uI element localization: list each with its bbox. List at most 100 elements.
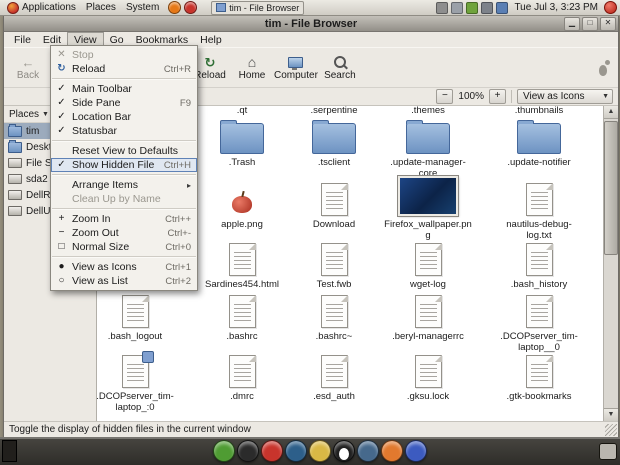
file-item-serpentine[interactable]: .serpentine bbox=[287, 106, 381, 116]
scroll-up-icon[interactable]: ▲ bbox=[604, 106, 618, 119]
menu-item-label: Statusbar bbox=[72, 125, 117, 137]
computer-button[interactable]: Computer bbox=[274, 51, 318, 85]
bluefish-icon[interactable] bbox=[357, 440, 379, 462]
file-item-apple-png[interactable]: apple.png bbox=[195, 180, 289, 230]
volume-icon[interactable] bbox=[481, 1, 494, 14]
document-icon bbox=[320, 355, 348, 388]
menu-item-zoom-in[interactable]: + Zoom In Ctrl++ bbox=[51, 212, 197, 226]
file-item-gtk-bookmarks[interactable]: .gtk-bookmarks bbox=[492, 352, 586, 402]
menu-item-show-hidden-files[interactable]: ✓ Show Hidden Files Ctrl+H bbox=[51, 158, 197, 172]
file-item-bashrc[interactable]: .bashrc~ bbox=[287, 292, 381, 342]
trash-applet-icon[interactable] bbox=[599, 443, 617, 460]
menu-item-view-as-list[interactable]: ○ View as List Ctrl+2 bbox=[51, 274, 197, 288]
menu-item-statusbar[interactable]: ✓ Statusbar bbox=[51, 124, 197, 138]
ubuntu-icon[interactable] bbox=[261, 440, 283, 462]
file-item-dcopserver-tim-laptop-0[interactable]: .DCOPserver_tim-laptop_:0 bbox=[97, 351, 182, 413]
file-icon bbox=[381, 175, 475, 218]
firefox-icon[interactable] bbox=[381, 440, 403, 462]
file-item-dcopserver-tim-laptop-0[interactable]: .DCOPserver_tim-laptop__0 bbox=[492, 292, 586, 353]
file-item-download[interactable]: Download bbox=[287, 180, 381, 230]
menu-item-view-as-icons[interactable]: ● View as Icons Ctrl+1 bbox=[51, 260, 197, 274]
bottom-panel bbox=[0, 437, 620, 465]
firefox-launcher-icon[interactable] bbox=[168, 1, 182, 14]
view-menu-popup: ✕ Stop ↻ Reload Ctrl+R ✓ Main Toolbar ✓ Side Pan… bbox=[50, 45, 198, 291]
home-button[interactable]: ⌂ Home bbox=[232, 51, 272, 85]
file-item-esd-auth[interactable]: .esd_auth bbox=[287, 352, 381, 402]
menu-item-location-bar[interactable]: ✓ Location Bar bbox=[51, 110, 197, 124]
file-icon bbox=[492, 292, 586, 330]
taskbar-window-button[interactable]: tim - File Browser bbox=[211, 0, 305, 15]
menubar-file[interactable]: File bbox=[8, 32, 37, 47]
launcher-green-icon[interactable] bbox=[213, 440, 235, 462]
zoom-out-button[interactable]: − bbox=[436, 89, 454, 104]
file-item-thumbnails[interactable]: .thumbnails bbox=[492, 106, 586, 116]
zoom-level: 100% bbox=[458, 91, 484, 102]
file-item-wget-log[interactable]: wget-log bbox=[381, 240, 475, 290]
battery-icon[interactable] bbox=[466, 1, 479, 14]
file-icon bbox=[492, 352, 586, 390]
file-item-qt[interactable]: .qt bbox=[195, 106, 289, 116]
keyboard-indicator-icon[interactable] bbox=[496, 1, 509, 14]
show-desktop-icon[interactable] bbox=[2, 440, 17, 462]
search-icon bbox=[333, 55, 346, 70]
menubar-help[interactable]: Help bbox=[194, 32, 228, 47]
zoom-in-button[interactable]: + bbox=[489, 89, 506, 104]
menu-item-side-pane[interactable]: ✓ Side Pane F9 bbox=[51, 96, 197, 110]
checkmark-icon: ✓ bbox=[57, 83, 66, 94]
vertical-scrollbar[interactable]: ▲ ▼ bbox=[603, 106, 618, 421]
file-item-bash-logout[interactable]: .bash_logout bbox=[97, 292, 182, 342]
konqueror-icon[interactable] bbox=[405, 440, 427, 462]
file-item-dmrc[interactable]: .dmrc bbox=[195, 352, 289, 402]
file-item-gksu-lock[interactable]: .gksu.lock bbox=[381, 352, 475, 402]
file-item-trash[interactable]: .Trash bbox=[195, 118, 289, 168]
scroll-down-icon[interactable]: ▼ bbox=[604, 408, 618, 421]
mail-launcher-icon[interactable] bbox=[184, 1, 198, 14]
panel-menu-system[interactable]: System bbox=[121, 0, 164, 15]
terminal-icon[interactable] bbox=[237, 440, 259, 462]
maximize-button[interactable]: □ bbox=[582, 17, 598, 31]
minimize-button[interactable]: ▁ bbox=[564, 17, 580, 31]
file-item-tsclient[interactable]: .tsclient bbox=[287, 118, 381, 168]
menu-item-reset-view-to-defaults[interactable]: Reset View to Defaults bbox=[51, 144, 197, 158]
file-item-firefox-wallpaper-png[interactable]: Firefox_wallpaper.png bbox=[381, 175, 475, 241]
file-item-update-notifier[interactable]: .update-notifier bbox=[492, 118, 586, 168]
emblem-star-icon[interactable] bbox=[309, 440, 331, 462]
file-item-bashrc[interactable]: .bashrc bbox=[195, 292, 289, 342]
file-item-sardines454-html[interactable]: Sardines454.html bbox=[195, 240, 289, 290]
menu-item-label: Zoom In bbox=[72, 213, 111, 225]
back-button[interactable]: ← Back bbox=[8, 51, 48, 85]
file-item-test-fwb[interactable]: Test.fwb bbox=[287, 240, 381, 290]
file-name: Download bbox=[312, 219, 356, 230]
file-item-update-manager-core[interactable]: .update-manager-core bbox=[381, 118, 475, 179]
menu-item-stop[interactable]: ✕ Stop bbox=[51, 48, 197, 62]
file-name: .themes bbox=[411, 106, 445, 116]
dock bbox=[213, 440, 427, 462]
panel-menu-label: Places bbox=[85, 2, 116, 13]
menu-item-arrange-items[interactable]: Arrange Items ▸ bbox=[51, 178, 197, 192]
menu-item-main-toolbar[interactable]: ✓ Main Toolbar bbox=[51, 82, 197, 96]
close-button[interactable]: ✕ bbox=[600, 17, 616, 31]
view-mode-combo[interactable]: View as Icons ▼ bbox=[517, 89, 613, 104]
menu-item-zoom-out[interactable]: − Zoom Out Ctrl+- bbox=[51, 226, 197, 240]
globe-icon[interactable] bbox=[285, 440, 307, 462]
scrollbar-thumb[interactable] bbox=[604, 121, 618, 255]
resize-grip[interactable] bbox=[605, 424, 617, 436]
tux-icon[interactable] bbox=[333, 440, 355, 462]
toolbar-button-label: Home bbox=[238, 69, 266, 81]
notification-icon[interactable] bbox=[436, 1, 449, 14]
file-item-themes[interactable]: .themes bbox=[381, 106, 475, 116]
panel-menu-applications[interactable]: Applications bbox=[2, 0, 81, 15]
file-item-beryl-managerrc[interactable]: .beryl-managerrc bbox=[381, 292, 475, 342]
menu-item-reload[interactable]: ↻ Reload Ctrl+R bbox=[51, 62, 197, 76]
titlebar[interactable]: tim - File Browser ▁ □ ✕ bbox=[4, 16, 618, 32]
quit-icon[interactable] bbox=[604, 1, 617, 14]
network-icon[interactable] bbox=[451, 1, 464, 14]
menu-item-normal-size[interactable]: □ Normal Size Ctrl+0 bbox=[51, 240, 197, 254]
file-item-nautilus-debug-log-txt[interactable]: nautilus-debug-log.txt bbox=[492, 180, 586, 241]
file-item-bash-history[interactable]: .bash_history bbox=[492, 240, 586, 290]
clock[interactable]: Tue Jul 3, 3:23 PM bbox=[511, 2, 601, 13]
panel-menu-places[interactable]: Places bbox=[81, 0, 121, 15]
search-button[interactable]: Search bbox=[320, 51, 360, 85]
menu-item-clean-up-by-name[interactable]: Clean Up by Name bbox=[51, 192, 197, 206]
status-text: Toggle the display of hidden files in th… bbox=[9, 424, 251, 435]
